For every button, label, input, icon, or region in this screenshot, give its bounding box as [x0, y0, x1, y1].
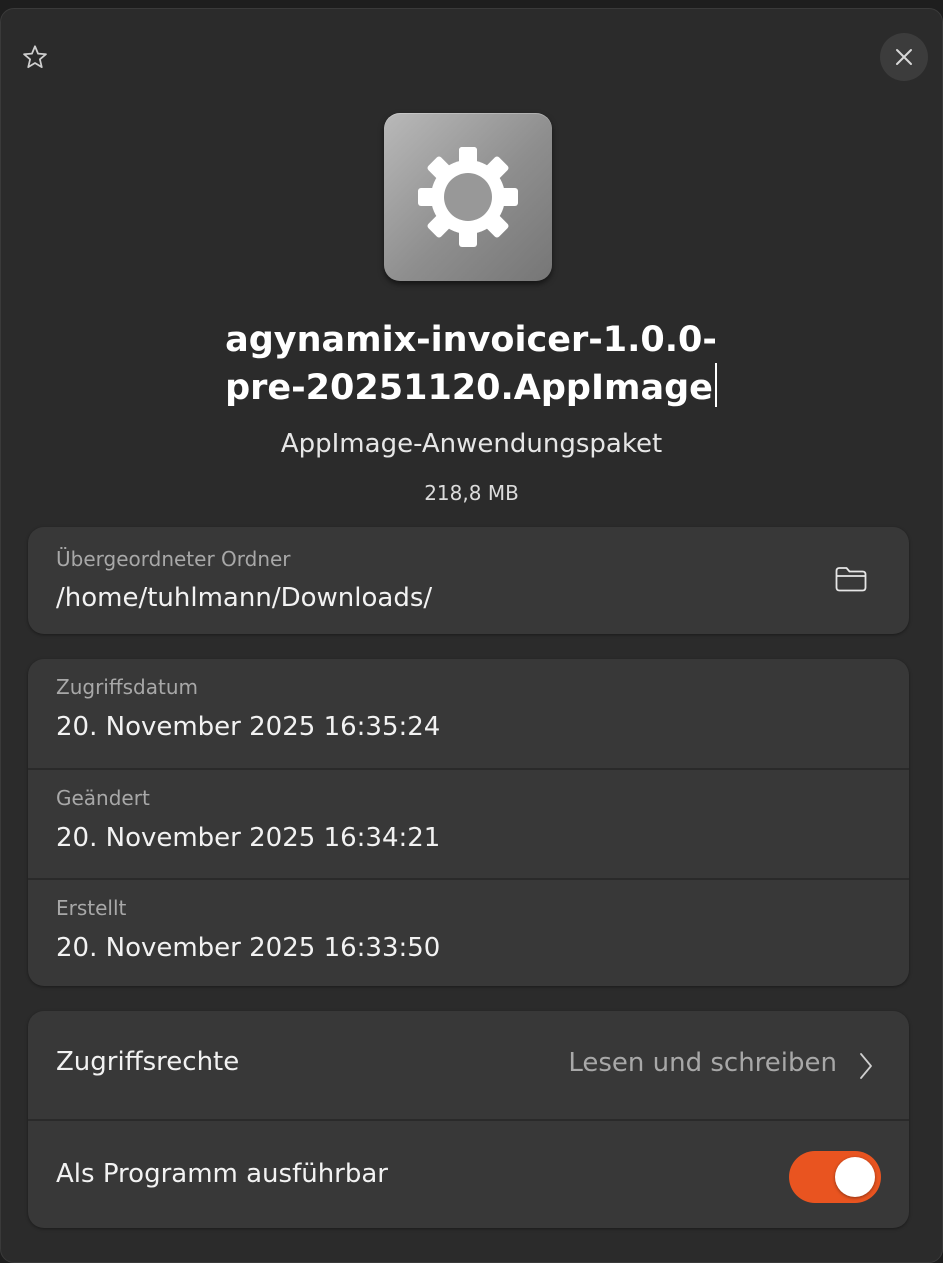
modified-value: 20. November 2025 16:34:21 [56, 823, 441, 853]
folder-icon [835, 567, 867, 592]
created-value: 20. November 2025 16:33:50 [56, 933, 441, 963]
created-label: Erstellt [56, 896, 127, 920]
text-caret [714, 363, 717, 407]
file-type: AppImage-Anwendungspaket [280, 429, 663, 459]
dates-card: Zugriffsdatum 20. November 2025 16:35:24… [28, 659, 909, 986]
file-name[interactable]: agynamix-invoicer-1.0.0- pre-20251120.Ap… [121, 317, 821, 411]
modified-label: Geändert [56, 786, 150, 810]
date-row-modified: Geändert 20. November 2025 16:34:21 [28, 768, 909, 878]
permissions-card: Zugriffsrechte Lesen und schreiben Als P… [28, 1011, 909, 1228]
accessed-value: 20. November 2025 16:35:24 [56, 712, 441, 742]
chevron-right-icon [860, 1053, 872, 1079]
parent-folder-path: /home/tuhlmann/Downloads/ [56, 583, 433, 613]
toggle-knob [835, 1157, 875, 1197]
close-button[interactable] [880, 33, 928, 81]
parent-folder-card: Übergeordneter Ordner /home/tuhlmann/Dow… [28, 527, 909, 634]
properties-dialog: agynamix-invoicer-1.0.0- pre-20251120.Ap… [0, 8, 943, 1263]
open-folder-button[interactable] [833, 563, 869, 595]
executable-toggle[interactable] [789, 1151, 881, 1203]
executable-row: Als Programm ausführbar [28, 1119, 909, 1228]
close-icon [896, 49, 912, 65]
permissions-row[interactable]: Zugriffsrechte Lesen und schreiben [28, 1011, 909, 1119]
executable-label: Als Programm ausführbar [56, 1159, 388, 1189]
app-icon [384, 113, 552, 281]
permissions-value: Lesen und schreiben [568, 1048, 837, 1078]
parent-folder-row: Übergeordneter Ordner /home/tuhlmann/Dow… [28, 527, 909, 634]
date-row-created: Erstellt 20. November 2025 16:33:50 [28, 878, 909, 986]
permissions-label: Zugriffsrechte [56, 1047, 240, 1077]
file-name-line-1: agynamix-invoicer-1.0.0- [225, 320, 717, 360]
file-name-line-2-text: pre-20251120.AppImage [225, 368, 713, 408]
gear-icon [418, 147, 518, 247]
file-size: 218,8 MB [424, 481, 519, 505]
favorite-button[interactable] [15, 37, 55, 77]
accessed-label: Zugriffsdatum [56, 675, 199, 699]
parent-folder-label: Übergeordneter Ordner [56, 547, 291, 571]
star-outline-icon [23, 45, 47, 69]
file-name-line-2: pre-20251120.AppImage [121, 363, 821, 411]
date-row-accessed: Zugriffsdatum 20. November 2025 16:35:24 [28, 659, 909, 768]
